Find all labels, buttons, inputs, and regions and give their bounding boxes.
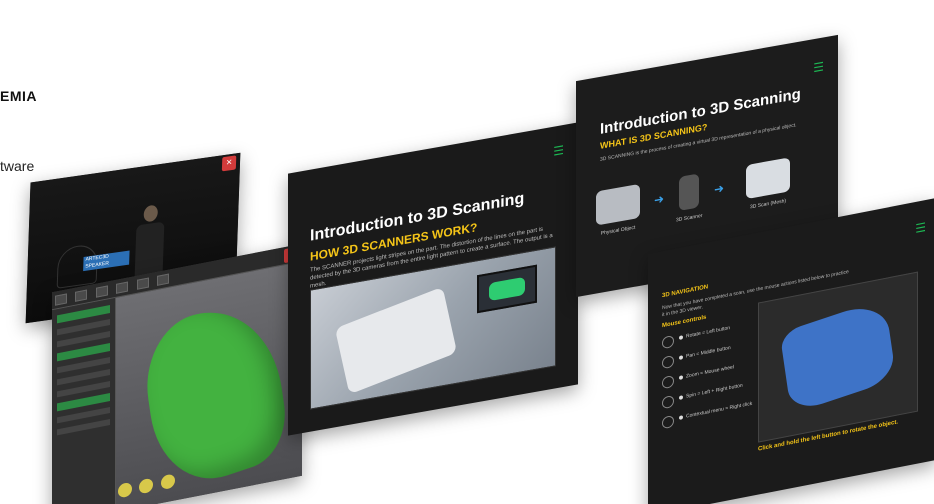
flow-caption: 3D Scan (Mesh) — [749, 198, 787, 211]
flow-caption: 3D Scanner — [676, 212, 703, 224]
control-label: Rotate = Left button — [686, 325, 731, 340]
menu-icon[interactable]: ☰ — [915, 220, 926, 236]
speaker-figure — [134, 203, 165, 280]
brand-subtitle: tware — [0, 158, 35, 174]
menu-icon[interactable]: ☰ — [553, 143, 564, 159]
flow-item-mesh: 3D Scan (Mesh) — [746, 157, 790, 211]
context-menu-icon — [662, 414, 674, 430]
scanner-image — [679, 173, 700, 211]
pan-icon — [662, 354, 674, 370]
physical-object-image — [596, 183, 640, 226]
3d-viewer[interactable] — [758, 271, 918, 443]
scanned-mesh[interactable] — [138, 290, 292, 498]
toolbar-button[interactable] — [116, 281, 129, 294]
toolbar-button[interactable] — [95, 285, 108, 298]
brand-title: EMIA — [0, 88, 37, 104]
toolbar-button[interactable] — [75, 289, 88, 302]
tool-icon[interactable] — [118, 481, 132, 499]
close-icon[interactable]: × — [221, 155, 237, 172]
flow-item-physical-object: Physical Object — [596, 183, 640, 238]
bullet — [679, 395, 683, 400]
spin-icon — [662, 394, 674, 410]
monitor — [477, 264, 537, 314]
3d-viewport[interactable] — [116, 261, 302, 504]
bullet — [679, 415, 683, 420]
flow-item-scanner: 3D Scanner — [676, 173, 703, 224]
software-sidebar — [52, 297, 116, 504]
speaker-head — [143, 204, 159, 223]
bullet — [679, 355, 683, 360]
arrow-right-icon: ➜ — [654, 191, 665, 208]
lesson-slide: ☰ Introduction to 3D Scanning HOW 3D SCA… — [288, 122, 578, 436]
flow-caption: Physical Object — [600, 224, 636, 237]
toolbar-button[interactable] — [136, 277, 149, 290]
toolbar-button[interactable] — [55, 293, 67, 306]
bullet — [679, 375, 683, 380]
arrow-right-icon: ➜ — [714, 180, 725, 197]
scanned-part[interactable] — [779, 298, 897, 415]
car-frame — [334, 286, 458, 395]
mouse-controls-list: Rotate = Left button Pan = Middle button… — [662, 319, 757, 437]
rotate-icon — [662, 334, 674, 350]
zoom-icon — [662, 374, 674, 390]
tool-icon[interactable] — [160, 473, 175, 491]
mesh-image — [746, 157, 790, 200]
menu-icon[interactable]: ☰ — [813, 59, 824, 75]
toolbar-button[interactable] — [157, 273, 170, 286]
tool-icon[interactable] — [139, 477, 154, 495]
bullet — [679, 335, 683, 340]
